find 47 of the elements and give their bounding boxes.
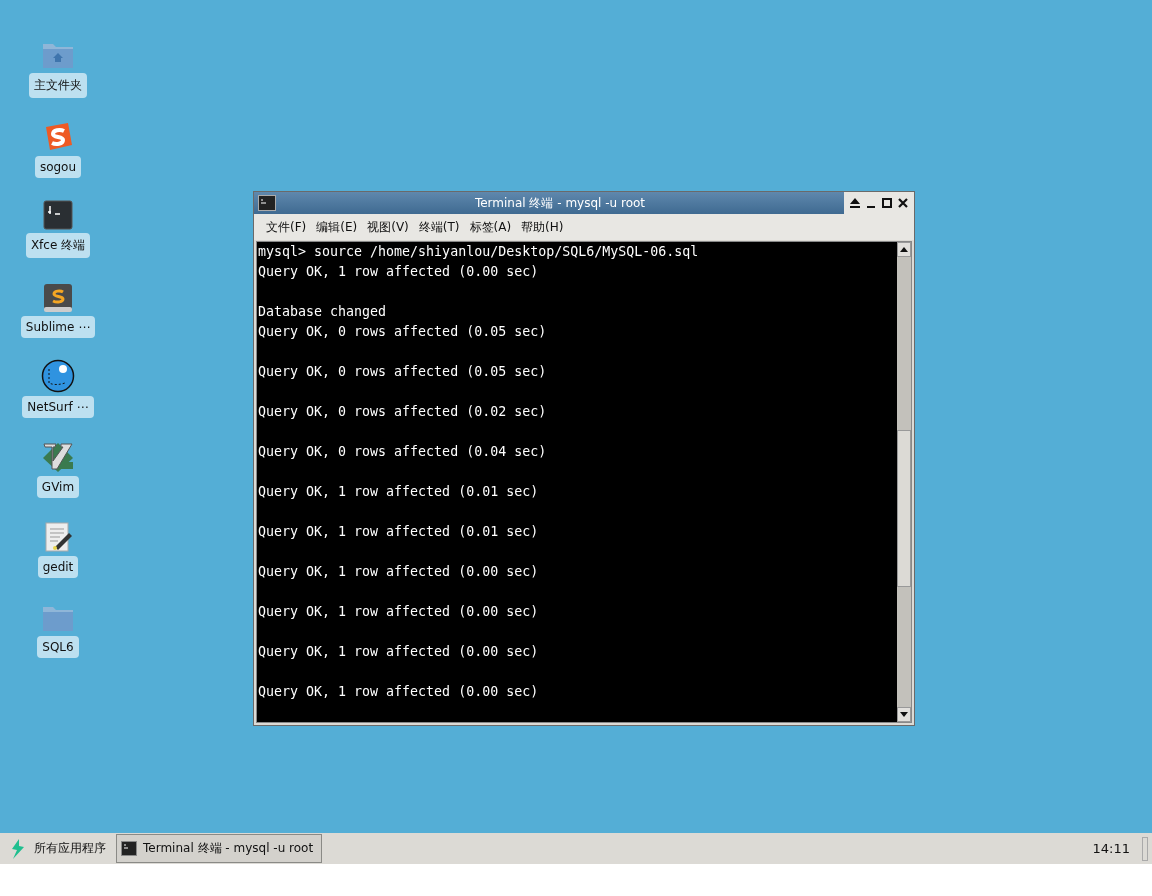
terminal-line: Query OK, 0 rows affected (0.05 sec): [258, 364, 547, 379]
maximize-icon[interactable]: [880, 196, 894, 210]
clock: 14:11: [1092, 841, 1130, 856]
close-icon[interactable]: [896, 196, 910, 210]
terminal-line: Query OK, 1 row affected (0.01 sec): [258, 484, 539, 499]
text-editor-icon[interactable]: [43, 521, 73, 553]
taskbar-window-button[interactable]: Terminal 终端 - mysql -u root: [116, 834, 323, 863]
terminal-line: Query OK, 1 row affected (0.01 sec): [258, 524, 539, 539]
terminal-line: Query OK, 0 rows affected (0.02 sec): [258, 404, 547, 419]
globe-icon[interactable]: [41, 359, 75, 393]
desktop-icon-label[interactable]: sogou: [34, 156, 82, 178]
up-arrow-icon: [900, 247, 908, 252]
desktop-icon-label[interactable]: 主文件夹: [29, 73, 87, 98]
scrollbar[interactable]: [897, 242, 911, 722]
terminal-line: Query OK, 0 rows affected (0.05 sec): [258, 324, 547, 339]
terminal-icon[interactable]: [43, 200, 73, 230]
terminal-line: Query OK, 1 row affected (0.00 sec): [258, 684, 539, 699]
scrollbar-thumb[interactable]: [897, 430, 911, 587]
desktop-icon-label[interactable]: Sublime ⋯: [20, 316, 96, 338]
scroll-down-button[interactable]: [897, 707, 911, 722]
desktop-icon-label[interactable]: SQL6: [37, 636, 79, 658]
menu-item[interactable]: 文件(F): [266, 216, 307, 238]
scroll-up-button[interactable]: [897, 242, 911, 257]
terminal-icon: [258, 195, 276, 211]
menu-item[interactable]: 编辑(E): [316, 216, 358, 238]
down-arrow-icon: [900, 712, 908, 717]
terminal-line: Query OK, 0 rows affected (0.04 sec): [258, 444, 547, 459]
terminal-line: Query OK, 1 row affected (0.00 sec): [258, 564, 539, 579]
menu-item[interactable]: 视图(V): [367, 216, 409, 238]
menu-item[interactable]: 终端(T): [418, 216, 460, 238]
window-title: Terminal 终端 - mysql -u root: [473, 194, 647, 212]
menu-item[interactable]: 标签(A): [469, 216, 512, 238]
desktop-icon-label[interactable]: GVim: [36, 476, 80, 498]
applications-menu-button[interactable]: 所有应用程序: [0, 837, 116, 860]
terminal-line: mysql> source /home/shiyanlou/Desktop/SQL6/MySQL-06.sql: [258, 244, 699, 259]
shade-icon[interactable]: [848, 196, 862, 210]
terminal-icon: [121, 841, 137, 856]
desktop-icon-label[interactable]: Xfce 终端: [25, 233, 91, 258]
sublime-icon[interactable]: [42, 283, 74, 313]
menu-item[interactable]: 帮助(H): [521, 216, 564, 238]
desktop-icon-label[interactable]: gedit: [37, 556, 79, 578]
terminal-line: Query OK, 1 row affected (0.00 sec): [258, 604, 539, 619]
terminal-line: Query OK, 1 row affected (0.00 sec): [258, 264, 539, 279]
terminal-line: Query OK, 1 row affected (0.00 sec): [258, 644, 539, 659]
vim-logo-icon[interactable]: [40, 441, 76, 473]
terminal-line: Database changed: [258, 304, 387, 319]
desktop-icon-label[interactable]: NetSurf ⋯: [22, 396, 94, 418]
